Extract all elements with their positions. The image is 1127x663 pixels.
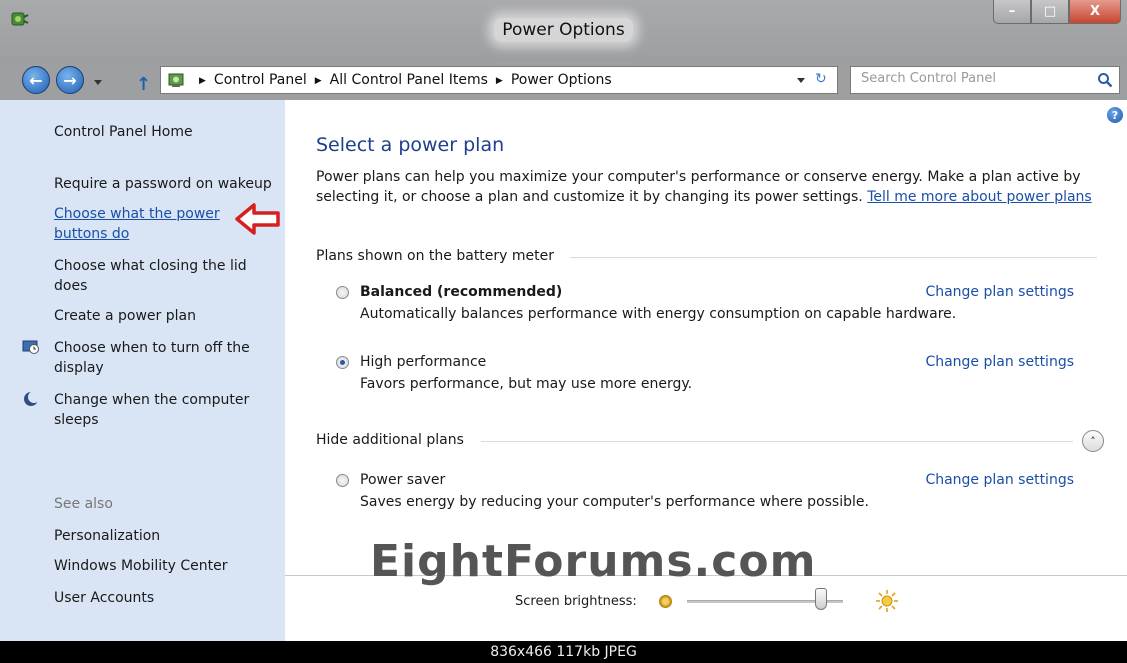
- breadcrumb-all-items[interactable]: All Control Panel Items: [330, 72, 488, 88]
- group-additional-plans-header: Hide additional plans: [316, 432, 464, 448]
- sidebar-item-closing-lid[interactable]: Choose what closing the lid does: [54, 256, 264, 296]
- see-also-heading: See also: [54, 496, 113, 512]
- close-button[interactable]: X: [1069, 0, 1121, 24]
- plan-description: Automatically balances performance with …: [360, 306, 957, 322]
- maximize-button[interactable]: □: [1031, 0, 1069, 24]
- moon-icon: [24, 391, 40, 406]
- breadcrumb: ▶ Control Panel ▶ All Control Panel Items ▶ P…: [191, 72, 612, 88]
- recent-pages-dropdown-icon[interactable]: [94, 80, 102, 85]
- forward-button[interactable]: →: [56, 66, 84, 94]
- refresh-icon[interactable]: ↻: [815, 71, 827, 87]
- image-info-bar: 836x466 117kb JPEG: [0, 641, 1127, 663]
- page-description: Power plans can help you maximize your c…: [316, 167, 1106, 207]
- search-icon[interactable]: [1097, 72, 1113, 88]
- change-plan-settings-power-saver[interactable]: Change plan settings: [925, 472, 1074, 488]
- collapse-plans-button[interactable]: ˄: [1082, 430, 1104, 452]
- tell-me-more-link[interactable]: Tell me more about power plans: [867, 189, 1092, 205]
- radio-high-performance[interactable]: [336, 356, 349, 369]
- breadcrumb-separator-icon[interactable]: ▶: [315, 76, 322, 86]
- change-plan-settings-balanced[interactable]: Change plan settings: [925, 284, 1074, 300]
- sidebar: Control Panel Home Require a password on…: [0, 100, 285, 641]
- up-level-button[interactable]: ↑: [136, 74, 151, 95]
- back-button[interactable]: ←: [22, 66, 50, 94]
- sidebar-item-computer-sleeps[interactable]: Change when the computer sleeps: [54, 390, 274, 430]
- change-plan-settings-high-performance[interactable]: Change plan settings: [925, 354, 1074, 370]
- display-clock-icon: [22, 340, 39, 354]
- brightness-label: Screen brightness:: [515, 594, 637, 609]
- address-history-dropdown-icon[interactable]: [797, 78, 805, 83]
- breadcrumb-separator-icon[interactable]: ▶: [496, 76, 503, 86]
- sidebar-item-create-plan[interactable]: Create a power plan: [54, 306, 196, 326]
- breadcrumb-power-options[interactable]: Power Options: [511, 72, 612, 88]
- brightness-slider-thumb[interactable]: [815, 588, 828, 610]
- search-box[interactable]: [850, 66, 1120, 94]
- radio-balanced[interactable]: [336, 286, 349, 299]
- page-title: Select a power plan: [316, 134, 505, 156]
- sidebar-item-turn-off-display[interactable]: Choose when to turn off the display: [54, 338, 274, 378]
- sidebar-item-user-accounts[interactable]: User Accounts: [54, 588, 154, 608]
- minimize-button[interactable]: –: [993, 0, 1031, 24]
- sidebar-item-personalization[interactable]: Personalization: [54, 526, 160, 546]
- group-divider: [570, 257, 1097, 258]
- plan-name[interactable]: Power saver: [360, 472, 445, 488]
- plan-name[interactable]: High performance: [360, 354, 486, 370]
- control-panel-icon: [168, 73, 184, 87]
- plan-description: Saves energy by reducing your computer's…: [360, 494, 869, 510]
- annotation-arrow-icon: [235, 203, 280, 235]
- dim-brightness-icon: [659, 595, 672, 608]
- sidebar-item-require-password[interactable]: Require a password on wakeup: [54, 174, 279, 194]
- breadcrumb-control-panel[interactable]: Control Panel: [214, 72, 307, 88]
- search-input[interactable]: [859, 70, 1083, 87]
- sidebar-item-mobility-center[interactable]: Windows Mobility Center: [54, 556, 228, 576]
- power-options-window: Power Options – □ X ← → ↑ ▶ Control Panel…: [0, 0, 1127, 641]
- sidebar-item-power-buttons[interactable]: Choose what the power buttons do: [54, 204, 229, 244]
- group-divider: [481, 441, 1073, 442]
- watermark-logo: EightForums.com: [370, 536, 817, 587]
- sun-brightness-icon: [876, 590, 898, 612]
- title-bar: Power Options – □ X: [0, 0, 1127, 62]
- plan-description: Favors performance, but may use more ene…: [360, 376, 693, 392]
- radio-power-saver[interactable]: [336, 474, 349, 487]
- help-icon[interactable]: ?: [1107, 107, 1123, 123]
- sidebar-item-control-panel-home[interactable]: Control Panel Home: [54, 122, 193, 142]
- breadcrumb-separator-icon: ▶: [199, 76, 206, 86]
- navigation-bar: ← → ↑ ▶ Control Panel ▶ All Control Panel I…: [0, 62, 1127, 100]
- address-bar[interactable]: ▶ Control Panel ▶ All Control Panel Items ▶ P…: [160, 66, 838, 94]
- plan-name[interactable]: Balanced (recommended): [360, 284, 562, 300]
- main-content: ? Select a power plan Power plans can he…: [285, 100, 1127, 641]
- window-title: Power Options: [494, 18, 633, 42]
- window-controls: – □ X: [993, 0, 1121, 24]
- group-battery-meter-header: Plans shown on the battery meter: [316, 248, 555, 264]
